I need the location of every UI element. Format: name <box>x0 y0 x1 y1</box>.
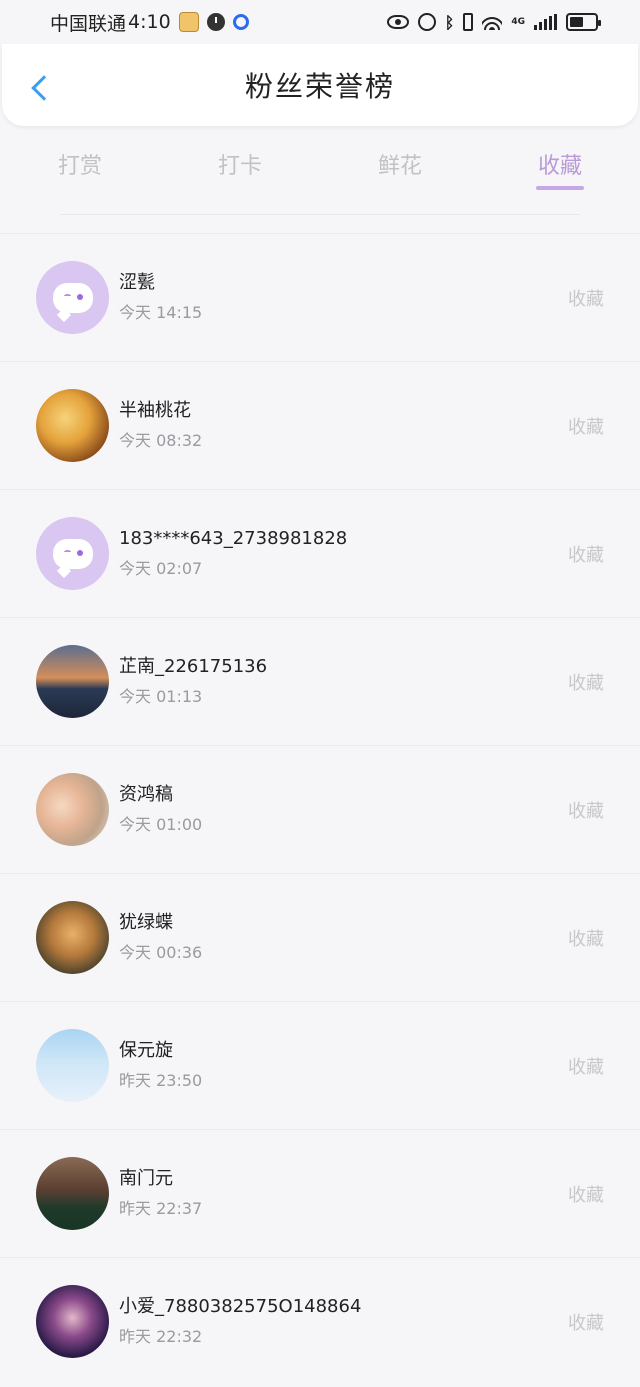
fan-time: 昨天 22:37 <box>119 1198 203 1218</box>
tab-label: 打卡 <box>217 154 262 179</box>
wifi-icon <box>482 14 503 30</box>
avatar[interactable] <box>36 901 109 974</box>
fan-name: 犹绿蝶 <box>119 911 173 933</box>
tab-label: 鲜花 <box>377 154 422 179</box>
divider <box>60 214 580 215</box>
emoji-notification-icon <box>178 12 199 32</box>
tab-bar: 打赏 打卡 鲜花 收藏 <box>0 140 640 198</box>
fan-info: 183****643_2738981828 今天 02:07 <box>119 526 544 582</box>
fan-time: 昨天 22:32 <box>119 1326 203 1346</box>
status-bar-left: 中国联通 4:10 <box>50 9 249 36</box>
list-item[interactable]: 半袖桃花 今天 08:32 收藏 <box>0 361 640 489</box>
bluetooth-icon: ᛒ <box>444 12 455 32</box>
favorite-label: 收藏 <box>568 800 604 822</box>
back-button[interactable] <box>20 68 60 108</box>
network-type-label: 4G <box>511 16 525 27</box>
fan-list: 涩甏 今天 14:15 收藏 半袖桃花 今天 08:32 收藏 183****6… <box>0 233 640 1385</box>
tab-reward[interactable]: 打赏 <box>0 140 160 198</box>
fan-time: 今天 08:32 <box>119 430 203 450</box>
avatar[interactable] <box>36 1285 109 1358</box>
clock-notification-icon <box>206 13 225 31</box>
page-title: 粉丝荣誉榜 <box>244 70 395 103</box>
tab-flowers[interactable]: 鲜花 <box>320 140 480 198</box>
chat-bubble-icon <box>52 538 93 569</box>
avatar[interactable] <box>36 1157 109 1230</box>
vibrate-icon <box>463 13 474 31</box>
fan-name: 资鸿稿 <box>119 783 173 805</box>
fan-info: 芷南_226175136 今天 01:13 <box>119 654 544 710</box>
tab-label: 打赏 <box>57 154 102 179</box>
fan-info: 小爱_7880382575O148864 昨天 22:32 <box>119 1294 544 1350</box>
avatar[interactable] <box>36 261 109 334</box>
fan-name: 南门元 <box>119 1167 173 1189</box>
active-tab-indicator <box>536 186 584 190</box>
tab-favorites[interactable]: 收藏 <box>480 140 640 198</box>
fan-info: 涩甏 今天 14:15 <box>119 270 544 326</box>
page-header: 粉丝荣誉榜 <box>2 44 638 126</box>
favorite-label: 收藏 <box>568 288 604 310</box>
battery-icon <box>566 13 601 31</box>
favorite-label: 收藏 <box>568 1056 604 1078</box>
favorite-label: 收藏 <box>568 544 604 566</box>
fan-time: 昨天 23:50 <box>119 1070 203 1090</box>
fan-info: 犹绿蝶 今天 00:36 <box>119 910 544 966</box>
avatar[interactable] <box>36 773 109 846</box>
fan-time: 今天 14:15 <box>119 302 203 322</box>
fan-time: 今天 02:07 <box>119 558 203 578</box>
favorite-label: 收藏 <box>568 672 604 694</box>
fan-time: 今天 01:00 <box>119 814 203 834</box>
avatar[interactable] <box>36 645 109 718</box>
avatar[interactable] <box>36 389 109 462</box>
list-item[interactable]: 芷南_226175136 今天 01:13 收藏 <box>0 617 640 745</box>
fan-info: 半袖桃花 今天 08:32 <box>119 398 544 454</box>
favorite-label: 收藏 <box>568 416 604 438</box>
fan-time: 今天 00:36 <box>119 942 203 962</box>
favorite-label: 收藏 <box>568 928 604 950</box>
list-item[interactable]: 涩甏 今天 14:15 收藏 <box>0 233 640 361</box>
app-notification-icon <box>232 14 249 30</box>
fan-name: 半袖桃花 <box>119 399 191 421</box>
status-bar: 中国联通 4:10 ᛒ 4G <box>0 0 640 44</box>
fan-name: 芷南_226175136 <box>119 655 268 677</box>
list-item[interactable]: 犹绿蝶 今天 00:36 收藏 <box>0 873 640 1001</box>
fan-name: 保元旋 <box>119 1039 173 1061</box>
favorite-label: 收藏 <box>568 1184 604 1206</box>
chevron-left-icon <box>31 75 57 101</box>
fan-name: 183****643_2738981828 <box>119 527 348 549</box>
list-item[interactable]: 资鸿稿 今天 01:00 收藏 <box>0 745 640 873</box>
fan-name: 涩甏 <box>119 271 155 293</box>
fan-time: 今天 01:13 <box>119 686 203 706</box>
signal-icon <box>534 14 557 30</box>
list-item[interactable]: 保元旋 昨天 23:50 收藏 <box>0 1001 640 1129</box>
fan-info: 资鸿稿 今天 01:00 <box>119 782 544 838</box>
eye-comfort-icon <box>386 15 409 29</box>
clock-time: 4:10 <box>128 11 171 33</box>
fan-info: 南门元 昨天 22:37 <box>119 1166 544 1222</box>
list-item[interactable]: 183****643_2738981828 今天 02:07 收藏 <box>0 489 640 617</box>
fan-name: 小爱_7880382575O148864 <box>119 1295 362 1317</box>
tab-checkin[interactable]: 打卡 <box>160 140 320 198</box>
status-bar-right: ᛒ 4G <box>386 12 601 32</box>
fan-info: 保元旋 昨天 23:50 <box>119 1038 544 1094</box>
tab-label: 收藏 <box>537 154 582 179</box>
list-item[interactable]: 南门元 昨天 22:37 收藏 <box>0 1129 640 1257</box>
avatar[interactable] <box>36 1029 109 1102</box>
chat-bubble-icon <box>52 282 93 313</box>
list-item[interactable]: 小爱_7880382575O148864 昨天 22:32 收藏 <box>0 1257 640 1385</box>
avatar[interactable] <box>36 517 109 590</box>
carrier-label: 中国联通 <box>50 12 127 35</box>
alarm-icon <box>417 13 436 31</box>
favorite-label: 收藏 <box>568 1312 604 1334</box>
